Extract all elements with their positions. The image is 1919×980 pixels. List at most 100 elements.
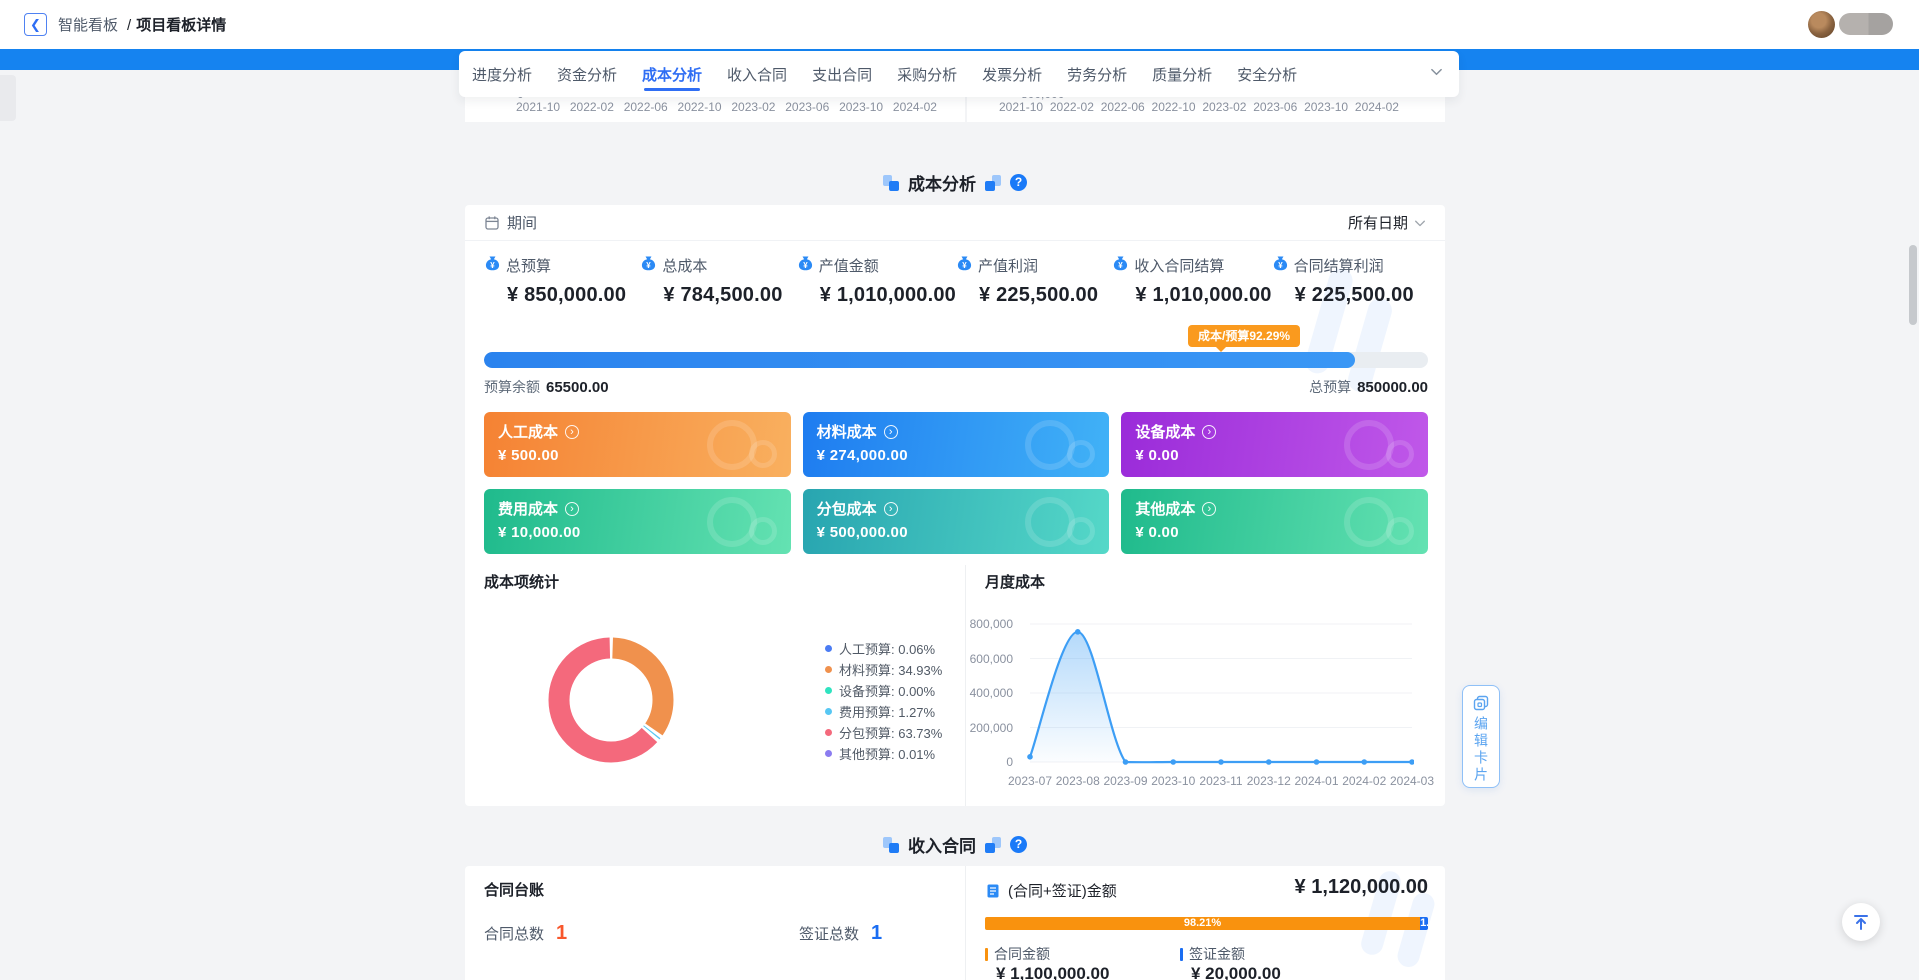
cost-card-人工成本[interactable]: 人工成本›¥ 500.00 bbox=[484, 412, 791, 477]
axis-label: 2024-02 bbox=[1355, 100, 1399, 114]
date-filter-dropdown[interactable]: 所有日期 bbox=[1348, 212, 1426, 233]
legend-label: 其他预算: 0.01% bbox=[839, 744, 935, 763]
axis-label: 2022-02 bbox=[1050, 100, 1094, 114]
panel-squares-icon bbox=[985, 837, 1001, 853]
stat-value: ¥ 784,500.00 bbox=[663, 284, 796, 307]
counter-value: 1 bbox=[556, 922, 567, 945]
username-pill[interactable] bbox=[1839, 13, 1893, 35]
period-row: 期间 所有日期 bbox=[465, 205, 1445, 241]
tab-安全分析[interactable]: 安全分析 bbox=[1237, 52, 1297, 97]
x-tick-label: 2023-07 bbox=[1008, 774, 1052, 788]
legend-item[interactable]: 分包预算: 63.73% bbox=[825, 722, 942, 743]
section-title: 收入合同 bbox=[908, 832, 976, 857]
x-tick-label: 2024-01 bbox=[1294, 774, 1338, 788]
cost-card-材料成本[interactable]: 材料成本›¥ 274,000.00 bbox=[803, 412, 1110, 477]
cost-card-费用成本[interactable]: 费用成本›¥ 10,000.00 bbox=[484, 489, 791, 554]
legend-item[interactable]: 费用预算: 1.27% bbox=[825, 701, 942, 722]
breadcrumb-root[interactable]: 智能看板 bbox=[58, 17, 118, 34]
chevron-right-icon[interactable]: › bbox=[1202, 502, 1216, 516]
legend-dot bbox=[825, 729, 832, 736]
cost-card-title: 人工成本 bbox=[498, 421, 558, 442]
stat-value: ¥ 850,000.00 bbox=[507, 284, 640, 307]
y-tick-label: 800,000 bbox=[963, 617, 1013, 631]
user-avatar[interactable] bbox=[1808, 11, 1835, 38]
tab-成本分析[interactable]: 成本分析 bbox=[642, 52, 702, 97]
tab-收入合同[interactable]: 收入合同 bbox=[727, 52, 787, 97]
tab-质量分析[interactable]: 质量分析 bbox=[1152, 52, 1212, 97]
arrow-to-top-icon bbox=[1851, 912, 1871, 932]
legend-item[interactable]: 设备预算: 0.00% bbox=[825, 680, 942, 701]
cost-card-分包成本[interactable]: 分包成本›¥ 500,000.00 bbox=[803, 489, 1110, 554]
stat-value: ¥ 225,500.00 bbox=[1295, 284, 1428, 307]
amount-legend-item: 签证金额 bbox=[1180, 944, 1245, 964]
legend-marker bbox=[985, 948, 988, 961]
y-tick-label: 600,000 bbox=[963, 652, 1013, 666]
y-tick-label: 200,000 bbox=[963, 721, 1013, 735]
counter-value: 1 bbox=[871, 922, 882, 945]
tab-进度分析[interactable]: 进度分析 bbox=[472, 52, 532, 97]
cost-card-设备成本[interactable]: 设备成本›¥ 0.00 bbox=[1121, 412, 1428, 477]
axis-label: 2022-06 bbox=[624, 100, 668, 114]
monthly-cost-line-chart bbox=[1022, 613, 1414, 767]
svg-text:¥: ¥ bbox=[647, 261, 652, 270]
tab-采购分析[interactable]: 采购分析 bbox=[897, 52, 957, 97]
help-icon[interactable]: ? bbox=[1010, 174, 1027, 191]
edit-card-label: 编辑卡片 bbox=[1471, 716, 1491, 784]
amount-legend-value: ¥ 20,000.00 bbox=[1191, 964, 1281, 980]
stat-label: 产值金额 bbox=[819, 255, 879, 276]
chevron-right-icon[interactable]: › bbox=[565, 502, 579, 516]
tab-劳务分析[interactable]: 劳务分析 bbox=[1067, 52, 1127, 97]
divider bbox=[965, 866, 966, 980]
left-edge-panel bbox=[0, 75, 16, 121]
x-tick-label: 2024-02 bbox=[1342, 774, 1386, 788]
breadcrumb-divider: / bbox=[127, 17, 131, 34]
x-tick-label: 2023-11 bbox=[1199, 774, 1242, 788]
counter-合同总数: 合同总数 1 bbox=[484, 922, 567, 945]
cost-cards-grid: 人工成本›¥ 500.00材料成本›¥ 274,000.00设备成本›¥ 0.0… bbox=[484, 412, 1428, 554]
project-dashboard-screen: ❮ 智能看板/项目看板详情 0 800,000 2021-102022-0220… bbox=[0, 0, 1919, 980]
edit-card-button[interactable]: 编辑卡片 bbox=[1462, 685, 1500, 788]
cost-card-title: 费用成本 bbox=[498, 498, 558, 519]
axis-label: 2022-02 bbox=[570, 100, 614, 114]
line-chart-x-axis: 2023-072023-082023-092023-102023-112023-… bbox=[1022, 774, 1414, 790]
scrollbar-thumb[interactable] bbox=[1909, 245, 1917, 325]
stat-label: 总预算 bbox=[506, 255, 551, 276]
donut-legend: 人工预算: 0.06%材料预算: 34.93%设备预算: 0.00%费用预算: … bbox=[825, 638, 942, 764]
amount-label: (合同+签证)金额 bbox=[1008, 880, 1117, 901]
legend-item[interactable]: 人工预算: 0.06% bbox=[825, 638, 942, 659]
chevron-right-icon[interactable]: › bbox=[565, 425, 579, 439]
chevron-left-icon: ❮ bbox=[30, 17, 41, 32]
legend-item[interactable]: 材料预算: 34.93% bbox=[825, 659, 942, 680]
stat-label: 收入合同结算 bbox=[1134, 255, 1224, 276]
tab-支出合同[interactable]: 支出合同 bbox=[812, 52, 872, 97]
tab-资金分析[interactable]: 资金分析 bbox=[557, 52, 617, 97]
amount-legend-value: ¥ 1,100,000.00 bbox=[996, 964, 1109, 980]
amount-total: ¥ 1,120,000.00 bbox=[1295, 876, 1428, 899]
chevron-down-icon[interactable] bbox=[1430, 65, 1443, 83]
counter-label: 合同总数 bbox=[484, 923, 544, 944]
stat-value: ¥ 1,010,000.00 bbox=[820, 284, 956, 307]
axis-label: 2024-02 bbox=[893, 100, 937, 114]
legend-label: 合同金额 bbox=[994, 944, 1050, 964]
budget-remaining: 预算余额65500.00 bbox=[484, 377, 609, 397]
legend-label: 人工预算: 0.06% bbox=[839, 639, 935, 658]
cost-card-其他成本[interactable]: 其他成本›¥ 0.00 bbox=[1121, 489, 1428, 554]
tab-发票分析[interactable]: 发票分析 bbox=[982, 52, 1042, 97]
chevron-right-icon[interactable]: › bbox=[1202, 425, 1216, 439]
chevron-right-icon[interactable]: › bbox=[884, 425, 898, 439]
money-bag-icon: ¥ bbox=[797, 255, 814, 276]
counter-签证总数: 签证总数1 bbox=[799, 922, 882, 945]
legend-item[interactable]: 其他预算: 0.01% bbox=[825, 743, 942, 764]
panel-squares-icon bbox=[985, 175, 1001, 191]
top-bar: ❮ 智能看板/项目看板详情 bbox=[0, 0, 1919, 49]
back-button[interactable]: ❮ bbox=[24, 13, 47, 36]
budget-total: 总预算850000.00 bbox=[1309, 377, 1428, 397]
top-left-x-axis: 2021-102022-022022-062022-102023-022023-… bbox=[465, 100, 965, 114]
help-icon[interactable]: ? bbox=[1010, 836, 1027, 853]
back-to-top-button[interactable] bbox=[1842, 903, 1880, 941]
network-icon bbox=[1025, 497, 1075, 547]
chevron-right-icon[interactable]: › bbox=[884, 502, 898, 516]
svg-text:¥: ¥ bbox=[490, 261, 495, 270]
budget-progress-fill bbox=[484, 352, 1355, 368]
cost-section-header: 成本分析 ? bbox=[465, 170, 1445, 195]
